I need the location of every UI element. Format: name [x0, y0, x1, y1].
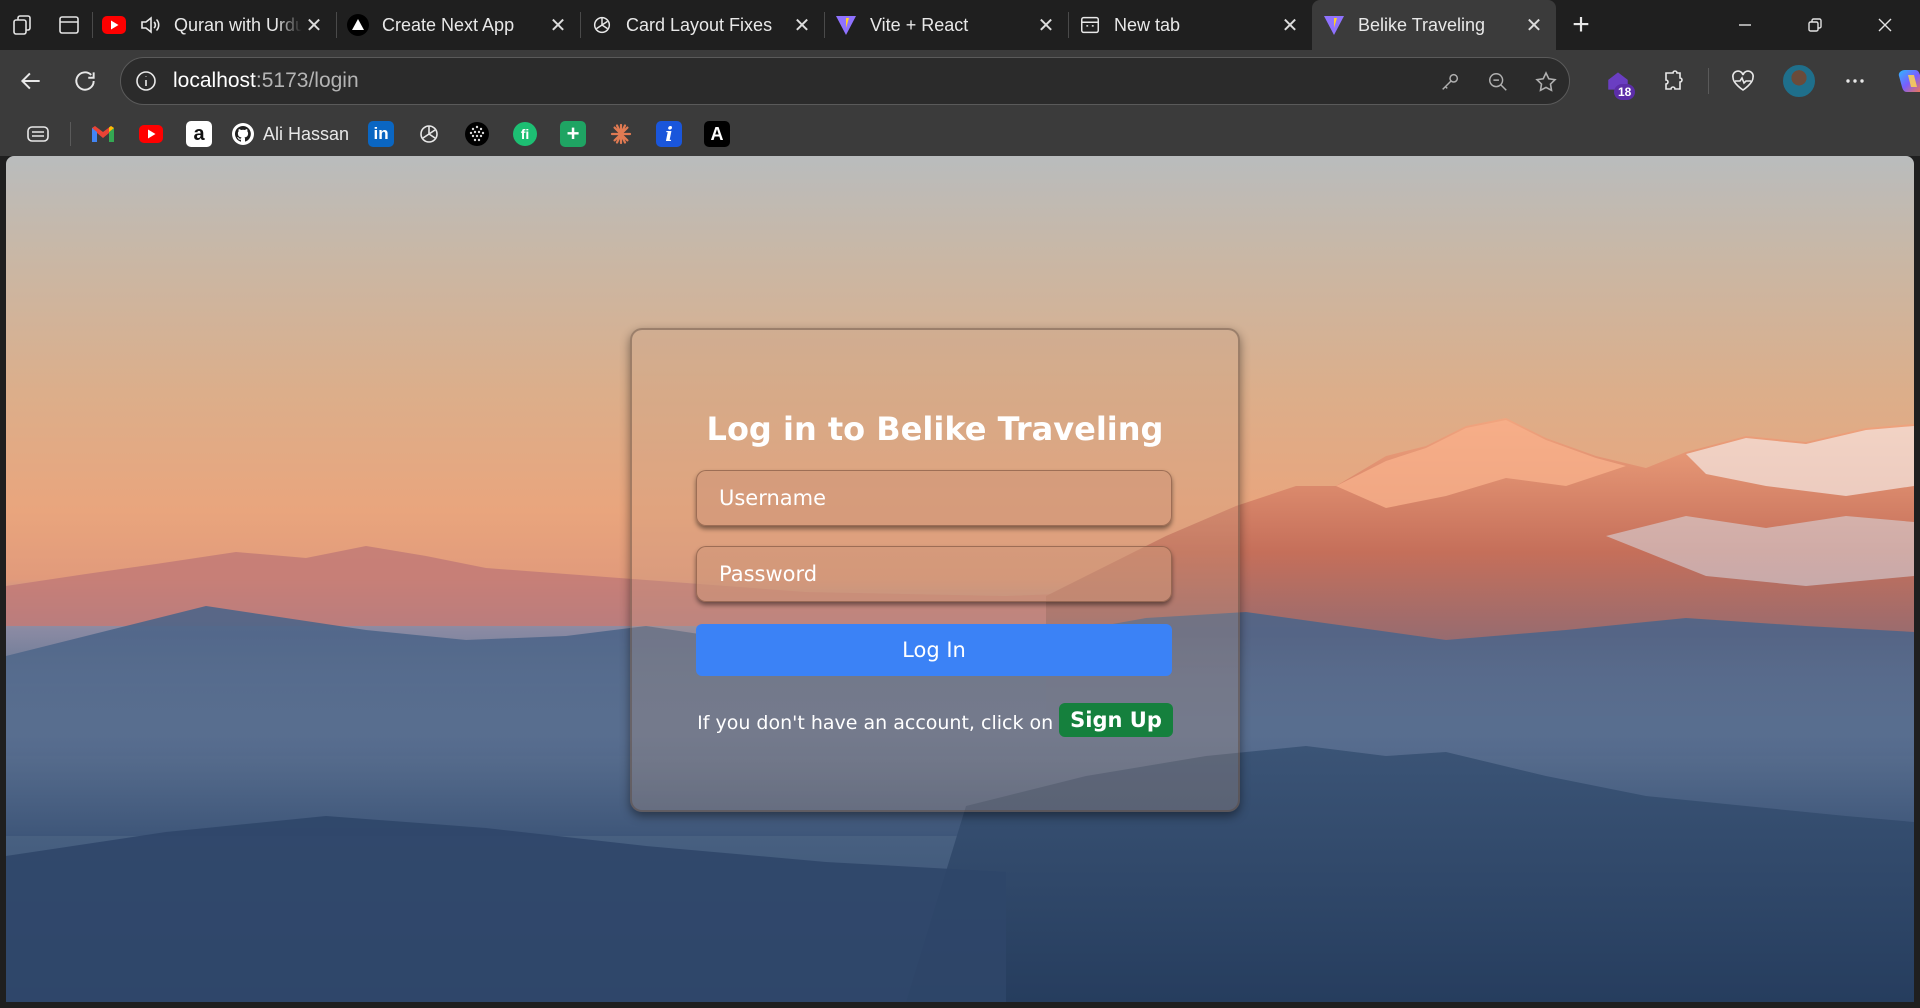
tab-title: Card Layout Fixes	[626, 14, 773, 35]
chatgpt-icon[interactable]	[413, 118, 445, 150]
close-tab-icon[interactable]: ✕	[790, 13, 814, 37]
profile-avatar[interactable]	[1771, 56, 1827, 106]
username-input[interactable]: Username	[696, 470, 1172, 526]
url-host: localhost	[173, 69, 256, 92]
linkedin-icon[interactable]: in	[365, 118, 397, 150]
login-title: Log in to Belike Traveling	[706, 410, 1164, 448]
fiverr-icon[interactable]: fi	[509, 118, 541, 150]
new-tab-page-icon	[1078, 13, 1102, 37]
amazon-glyph: a	[186, 121, 212, 147]
tab-separator	[824, 12, 825, 38]
claude-asterisk-icon[interactable]	[605, 118, 637, 150]
info-glyph: i	[656, 121, 683, 147]
login-button[interactable]: Log In	[696, 624, 1172, 676]
toolbar-divider	[1708, 68, 1709, 94]
copilot-icon[interactable]	[1883, 56, 1920, 106]
new-tab-plus-icon[interactable]: +	[1556, 0, 1606, 50]
signup-prompt: If you don't have an account, click on	[697, 712, 1054, 734]
tab-title: Vite + React	[870, 14, 969, 35]
tab-actions-icon[interactable]	[46, 0, 92, 50]
tab-title: Belike Traveling	[1358, 14, 1486, 35]
chatgpt-icon	[590, 13, 614, 37]
svg-text:fi: fi	[521, 126, 530, 142]
green-plus-glyph: +	[560, 121, 587, 147]
tab-title: Quran with Urdu	[174, 14, 302, 35]
tab-vite-react[interactable]: Vite + React ✕	[824, 0, 1068, 50]
more-options-icon[interactable]	[1827, 56, 1883, 106]
site-info-icon[interactable]	[133, 68, 159, 94]
tab-belike-traveling[interactable]: Belike Traveling ✕	[1312, 0, 1556, 50]
tab-separator	[1068, 12, 1069, 38]
amazon-icon[interactable]: a	[183, 118, 215, 150]
signup-row: If you don't have an account, click on S…	[632, 703, 1238, 737]
extensions-puzzle-icon[interactable]	[1646, 56, 1702, 106]
youtube-icon	[102, 13, 126, 37]
bookmark-separator	[70, 122, 71, 146]
close-tab-icon[interactable]: ✕	[1034, 13, 1058, 37]
youtube-icon[interactable]	[135, 118, 167, 150]
close-tab-icon[interactable]: ✕	[302, 13, 326, 37]
page-viewport: Log in to Belike Traveling Username Pass…	[6, 156, 1914, 1002]
dots-sphere-icon[interactable]	[461, 118, 493, 150]
sidebar-toggle-icon[interactable]	[22, 118, 54, 150]
tab-separator	[92, 12, 93, 38]
address-bar[interactable]: localhost:5173/login	[120, 57, 1570, 105]
extension-badge: 18	[1614, 84, 1636, 100]
tab-title: New tab	[1114, 14, 1181, 35]
tab-card-layout-fixes[interactable]: Card Layout Fixes ✕	[580, 0, 824, 50]
github-icon	[232, 123, 254, 145]
letter-a-icon[interactable]: A	[701, 118, 733, 150]
url-path: :5173/login	[255, 69, 359, 92]
close-window-icon[interactable]	[1850, 0, 1920, 50]
green-plus-icon[interactable]: +	[557, 118, 589, 150]
browser-essentials-heart-icon[interactable]	[1715, 56, 1771, 106]
vite-icon	[834, 13, 858, 37]
tab-new-tab[interactable]: New tab ✕	[1068, 0, 1312, 50]
url-text: localhost:5173/login	[173, 69, 359, 93]
bookmark-label: Ali Hassan	[263, 123, 350, 144]
signup-button[interactable]: Sign Up	[1059, 703, 1173, 737]
tab-create-next-app[interactable]: Create Next App ✕	[336, 0, 580, 50]
letter-a-glyph: A	[704, 121, 731, 147]
vite-icon	[1322, 13, 1346, 37]
tab-title: Create Next App	[382, 14, 515, 35]
restore-icon[interactable]	[1780, 0, 1850, 50]
avatar	[1781, 63, 1817, 99]
gmail-icon[interactable]	[87, 118, 119, 150]
back-arrow-icon[interactable]	[4, 56, 58, 106]
window-controls	[1710, 0, 1920, 50]
workspaces-icon[interactable]	[0, 0, 46, 50]
extension-house-icon[interactable]: 18	[1590, 56, 1646, 106]
speaker-icon[interactable]	[138, 13, 162, 37]
minimize-icon[interactable]	[1710, 0, 1780, 50]
nextjs-triangle-icon	[346, 13, 370, 37]
bookmarks-bar: a Ali Hassan in fi + i A	[0, 112, 1920, 156]
linkedin-glyph: in	[368, 121, 395, 147]
close-tab-icon[interactable]: ✕	[1522, 13, 1546, 37]
favorite-star-icon[interactable]	[1533, 69, 1559, 95]
info-icon[interactable]: i	[653, 118, 685, 150]
login-card: Log in to Belike Traveling Username Pass…	[630, 328, 1240, 812]
zoom-out-icon[interactable]	[1485, 69, 1511, 95]
password-key-icon[interactable]	[1437, 69, 1463, 95]
tab-separator	[580, 12, 581, 38]
password-input[interactable]: Password	[696, 546, 1172, 602]
tab-quran[interactable]: Quran with Urdu ✕	[92, 0, 336, 50]
tab-strip: Quran with Urdu ✕ Create Next App ✕ Card…	[0, 0, 1920, 50]
close-tab-icon[interactable]: ✕	[546, 13, 570, 37]
browser-toolbar: localhost:5173/login 18	[0, 50, 1920, 112]
close-tab-icon[interactable]: ✕	[1278, 13, 1302, 37]
refresh-icon[interactable]	[58, 56, 112, 106]
tab-separator	[336, 12, 337, 38]
bookmark-ali-hassan[interactable]: Ali Hassan	[231, 118, 349, 150]
